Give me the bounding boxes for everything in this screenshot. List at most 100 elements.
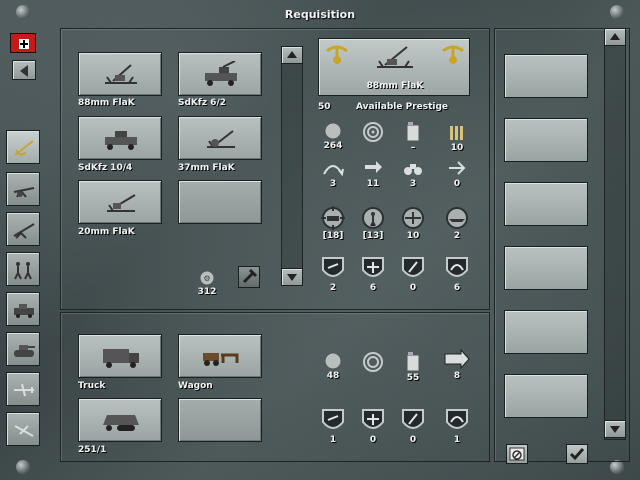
back-arrow-button[interactable]	[12, 60, 36, 80]
air-attack-stat: 10	[396, 206, 430, 241]
unit-slot-37mm-flak[interactable]	[178, 116, 262, 160]
queue-scroll-up-button[interactable]	[604, 28, 626, 46]
arrow-right-icon	[449, 161, 466, 175]
air-defense-stat: 6	[356, 256, 390, 293]
cost-stat: ⚙ 312	[190, 270, 224, 297]
crosshair-soldier-icon	[362, 207, 384, 229]
rivet-icon	[610, 460, 624, 474]
antiair-icon	[14, 140, 34, 156]
prestige-value: 50	[318, 102, 331, 112]
sidebar-item-infantry[interactable]	[6, 252, 40, 286]
infantry-icon	[14, 262, 32, 280]
sidebar-item-recon[interactable]	[6, 292, 40, 326]
fuel-can-icon	[406, 122, 420, 142]
transport-spotting-stat	[356, 352, 390, 373]
purchase-slot[interactable]	[504, 374, 588, 418]
shield-bayonet-icon	[402, 409, 424, 429]
purchase-slot[interactable]	[504, 310, 588, 354]
transport-label: 251/1	[78, 445, 107, 455]
transport-slot-wagon[interactable]	[178, 334, 262, 378]
transport-fuel-stat: 55	[396, 352, 430, 383]
transport-slot-251-1[interactable]	[78, 398, 162, 442]
sidebar-item-antitank[interactable]	[6, 212, 40, 246]
queue-scroll-down-button[interactable]	[604, 420, 626, 438]
shield-icon	[322, 257, 344, 277]
unit-label: 20mm FlaK	[78, 227, 135, 237]
flak-gun-icon	[207, 130, 235, 148]
unit-slot-sdkfz-10-4[interactable]	[78, 116, 162, 160]
crosshair-tank-icon	[321, 206, 345, 230]
soft-attack-stat: [18]	[316, 206, 350, 241]
window-title: Requisition	[284, 8, 356, 21]
unit-slot-20mm-flak[interactable]	[78, 180, 162, 224]
crosshair-plane-icon	[402, 207, 424, 229]
antitank-gun-icon	[13, 223, 35, 239]
unit-label: SdKfz 6/2	[178, 98, 226, 108]
eagle-emblem-icon	[442, 45, 464, 64]
purchase-slot[interactable]	[504, 246, 588, 290]
unit-slot-empty[interactable]	[178, 180, 262, 224]
horse-wagon-icon	[203, 353, 239, 366]
requisition-window: Requisition 88mm FlaK SdKfz 6/2 SdKfz 10…	[0, 0, 640, 480]
nation-flag-icon[interactable]	[10, 33, 36, 53]
sidebar-item-fighter[interactable]	[6, 372, 40, 406]
sidebar-item-artillery[interactable]	[6, 172, 40, 206]
bomber-icon	[14, 425, 34, 437]
checkmark-icon	[569, 448, 585, 461]
close-defense-stat: 0	[396, 256, 430, 293]
purchase-slot[interactable]	[504, 182, 588, 226]
unit-list-scroll-up-button[interactable]	[281, 46, 303, 64]
coin-icon	[324, 122, 342, 140]
shield-arc-icon	[446, 257, 468, 277]
crosshair-ship-icon	[446, 207, 468, 229]
flak-gun-icon	[107, 194, 136, 212]
unit-slot-sdkfz-6-2[interactable]	[178, 52, 262, 96]
unit-list-scrollbar[interactable]	[281, 46, 303, 286]
transport-label: Wagon	[178, 381, 213, 391]
cost-stat: 264	[316, 122, 350, 151]
sidebar-item-antiair[interactable]	[6, 130, 40, 164]
upgrade-button[interactable]	[238, 266, 260, 288]
purchase-queue-scrollbar[interactable]	[604, 28, 626, 440]
selected-unit-name: 88mm FlaK	[366, 81, 424, 91]
sidebar-item-tank[interactable]	[6, 332, 40, 366]
coin-icon: ⚙	[199, 270, 215, 286]
unit-slot-88mm-flak[interactable]	[78, 52, 162, 96]
halftrack-icon	[103, 415, 139, 431]
cancel-calendar-icon	[509, 447, 525, 461]
transport-air-defense-stat: 0	[356, 408, 390, 445]
transport-slot-empty[interactable]	[178, 398, 262, 442]
unit-label: 88mm FlaK	[78, 98, 135, 108]
sidebar-item-bomber[interactable]	[6, 412, 40, 446]
transport-close-defense-stat: 0	[396, 408, 430, 445]
confirm-button[interactable]	[566, 444, 588, 464]
transport-slot-truck[interactable]	[78, 334, 162, 378]
purchase-slot[interactable]	[504, 54, 588, 98]
range-arc-icon	[323, 165, 344, 177]
shield-arc-icon	[446, 409, 468, 429]
naval-attack-stat: 2	[440, 206, 474, 241]
transport-cost-stat: 48	[316, 352, 350, 381]
truck-arrow-icon	[444, 348, 470, 370]
range-stat: 3	[316, 158, 350, 189]
target-icon	[363, 352, 383, 372]
fighter-icon	[14, 383, 34, 397]
purchase-slot[interactable]	[504, 118, 588, 162]
fuel-can-icon	[406, 352, 420, 372]
unit-label: SdKfz 10/4	[78, 163, 133, 173]
shield-plane-icon	[362, 257, 384, 277]
recon-vehicle-icon	[14, 304, 34, 318]
truck-icon	[103, 349, 139, 368]
movement-stat: 11	[356, 158, 390, 189]
transport-artillery-defense-stat: 1	[440, 408, 474, 445]
spotting-stat: 3	[396, 158, 430, 189]
selected-unit-preview: 88mm FlaK	[318, 38, 470, 96]
unit-list-scroll-down-button[interactable]	[281, 268, 303, 286]
spotting-stat	[356, 122, 390, 143]
cancel-purchase-button[interactable]	[506, 444, 528, 464]
artillery-icon	[13, 187, 35, 198]
flak-gun-icon	[377, 46, 413, 68]
eagle-emblem-icon	[326, 45, 348, 64]
target-icon	[363, 122, 383, 142]
ammo-stat: 10	[440, 122, 474, 153]
